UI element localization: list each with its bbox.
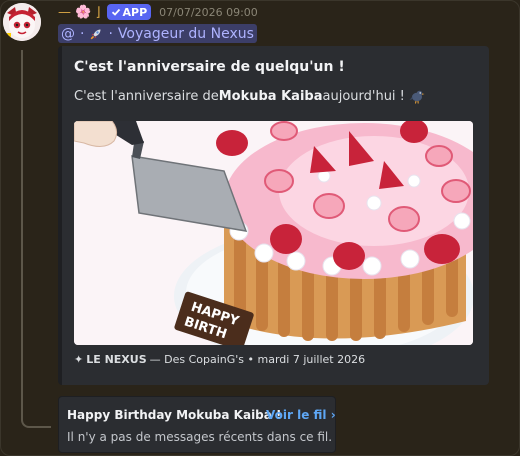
footer-text: — Des CopainG's • mardi 7 juillet 2026 [149,353,366,366]
avatar-image [3,3,41,41]
footer-brand: LE NEXUS [86,353,147,366]
thread-card[interactable]: Happy Birthday Mokuba Kaiba ! Voir le fi… [58,396,336,453]
embed-desc-prefix: C'est l'anniversaire de [74,88,219,104]
embed-description: C'est l'anniversaire de Mokuba Kaiba auj… [74,87,426,105]
embed-title: C'est l'anniversaire de quelqu'un ! [74,59,345,75]
server-name: Voyageur du Nexus [117,25,254,42]
thread-subtitle: Il n'y a pas de messages récents dans ce… [67,430,333,444]
separator: · [80,25,85,42]
birthday-name: Mokuba Kaiba [218,88,323,104]
message-header: — 🌸 ⌋ APP 07/07/2026 09:00 [58,3,258,21]
avatar[interactable] [3,3,41,41]
username[interactable]: — 🌸 ⌋ [58,5,101,20]
role-mention[interactable]: @ · · Voyageur du Nexus [58,24,257,43]
checkmark-icon [111,8,120,16]
star-icon: ✦ [74,353,84,366]
embed-image[interactable]: HAPPY BIRTH [74,121,473,345]
embed-footer: ✦ LE NEXUS — Des CopainG's • mardi 7 jui… [74,353,365,366]
thread-title[interactable]: Happy Birthday Mokuba Kaiba ! [67,408,282,422]
at-symbol: @ [61,25,75,42]
embed-desc-suffix: aujourd'hui ! [322,88,405,104]
rocket-icon [91,29,101,39]
view-thread-link[interactable]: Voir le fil › [266,408,336,422]
thread-connector [21,50,51,428]
embed: C'est l'anniversaire de quelqu'un ! C'es… [58,46,489,385]
timestamp[interactable]: 07/07/2026 09:00 [159,6,258,19]
app-badge-label: APP [122,5,148,19]
separator: · [108,25,113,42]
birthday-cake-illustration: HAPPY BIRTH [74,121,473,345]
app-badge: APP [106,4,152,20]
bird-emoji-icon [409,90,425,104]
